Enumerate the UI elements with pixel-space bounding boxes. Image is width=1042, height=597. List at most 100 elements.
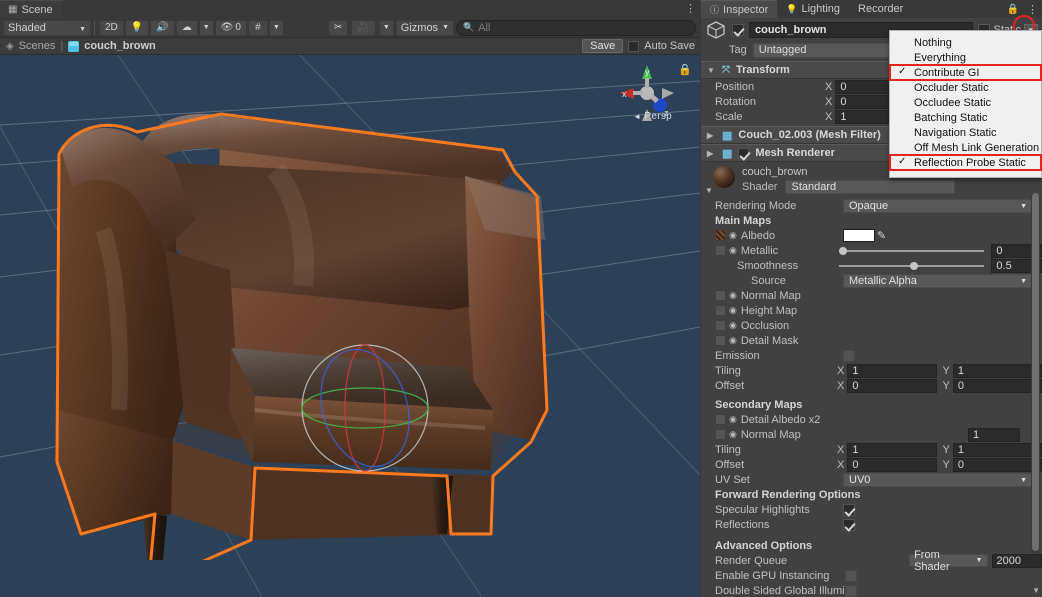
scene-fx-chevron[interactable]: ▼	[198, 19, 214, 36]
static-flags-dropdown-menu[interactable]: Nothing Everything ✓ Contribute GI Occlu…	[889, 30, 1042, 178]
gpu-instancing-checkbox[interactable]	[845, 569, 857, 582]
render-queue-value-field[interactable]: 2000	[991, 553, 1042, 568]
offset-y-field[interactable]: 0	[952, 378, 1042, 393]
material-foldout-arrow-icon[interactable]: ▼	[705, 186, 714, 195]
kebab-menu-icon[interactable]: ⋮	[685, 2, 696, 15]
menu-item-occludee-static[interactable]: Occludee Static	[890, 95, 1041, 110]
tag-dropdown[interactable]: Untagged ▼	[752, 42, 905, 58]
shader-dropdown[interactable]: Standard	[785, 180, 956, 194]
rendering-mode-dropdown[interactable]: Opaque ▼	[843, 198, 1033, 213]
detail-albedo-toggle-icon[interactable]: ◉	[729, 414, 737, 425]
auto-save-checkbox[interactable]	[628, 40, 640, 52]
metallic-slider[interactable]	[839, 246, 985, 255]
couch-model[interactable]	[45, 110, 605, 560]
height-map-texture-slot[interactable]	[715, 305, 726, 316]
specular-highlights-checkbox[interactable]	[843, 503, 855, 516]
albedo-texture-slot[interactable]	[715, 230, 726, 241]
secondary-tiling-y-field[interactable]: 1	[952, 442, 1042, 457]
secondary-offset-y-field[interactable]: 0	[952, 457, 1042, 472]
menu-item-reflection-probe-static[interactable]: ✓ Reflection Probe Static	[889, 154, 1042, 171]
detail-mask-texture-slot[interactable]	[715, 335, 726, 346]
foldout-arrow-icon[interactable]: ▶	[707, 149, 716, 158]
menu-item-navigation-static[interactable]: Navigation Static	[890, 125, 1041, 140]
scene-viewport[interactable]: y x z 🔒 ◄ Persp	[0, 55, 700, 597]
reflections-checkbox[interactable]	[843, 518, 855, 531]
albedo-toggle-icon[interactable]: ◉	[729, 230, 737, 241]
offset-x-value: 0	[852, 379, 859, 392]
scene-camera-chevron[interactable]: ▼	[378, 19, 394, 36]
offset-x-field[interactable]: 0	[847, 378, 937, 393]
chevron-down-icon: ▼	[1020, 277, 1027, 285]
grid-visibility-chevron[interactable]: ▼	[268, 19, 284, 36]
menu-item-everything[interactable]: Everything	[890, 50, 1041, 65]
foldout-arrow-icon[interactable]: ▶	[707, 131, 716, 140]
tiling-x-field[interactable]: 1	[847, 363, 937, 378]
height-map-label-group: ◉ Height Map	[715, 305, 843, 317]
secondary-tiling-x-field[interactable]: 1	[847, 442, 937, 457]
lock-icon[interactable]: 🔒	[1007, 4, 1019, 15]
smoothness-slider[interactable]	[839, 261, 985, 270]
tab-lighting[interactable]: 💡 Lighting	[777, 0, 849, 18]
tab-recorder-label: Recorder	[858, 3, 904, 15]
grid-visibility-icon: #	[255, 22, 261, 33]
menu-item-occludee-static-label: Occludee Static	[914, 96, 992, 109]
mesh-renderer-enabled-checkbox[interactable]	[738, 147, 750, 159]
menu-item-off-mesh-link-generation[interactable]: Off Mesh Link Generation	[890, 140, 1041, 155]
menu-item-contribute-gi[interactable]: ✓ Contribute GI	[889, 64, 1042, 81]
transform-gizmo[interactable]	[300, 340, 430, 475]
scene-audio-toggle[interactable]: 🔊	[150, 19, 175, 36]
albedo-color-swatch[interactable]	[843, 229, 875, 242]
tiling-y-field[interactable]: 1	[952, 363, 1042, 378]
scene-fx-dropdown[interactable]: ☁	[175, 19, 198, 36]
eyedropper-icon[interactable]: ✎	[875, 229, 888, 242]
scene-camera-button[interactable]: 🎥	[351, 19, 376, 36]
height-map-toggle-icon[interactable]: ◉	[729, 305, 737, 316]
menu-item-batching-static[interactable]: Batching Static	[890, 110, 1041, 125]
scene-lighting-toggle[interactable]: 💡	[124, 19, 150, 36]
gameobject-enabled-checkbox[interactable]	[732, 24, 744, 36]
save-button[interactable]: Save	[582, 39, 624, 53]
normal-map-toggle-icon[interactable]: ◉	[729, 290, 737, 301]
metallic-toggle-icon[interactable]: ◉	[729, 245, 737, 256]
draw-mode-dropdown[interactable]: Shaded ▼	[3, 19, 91, 36]
kebab-menu-icon[interactable]: ⋮	[1027, 3, 1038, 16]
grid-visibility-button[interactable]: #	[247, 19, 268, 36]
scene-tools-button[interactable]: ✂	[328, 19, 349, 36]
double-sided-gi-checkbox[interactable]	[845, 584, 857, 597]
secondary-normal-toggle-icon[interactable]: ◉	[729, 429, 737, 440]
tab-recorder[interactable]: Recorder	[849, 0, 912, 18]
metallic-texture-slot[interactable]	[715, 245, 726, 256]
gizmos-dropdown[interactable]: Gizmos ▼	[395, 19, 454, 36]
occlusion-texture-slot[interactable]	[715, 320, 726, 331]
foldout-arrow-icon[interactable]: ▼	[707, 66, 716, 75]
breadcrumb-root[interactable]: Scenes	[19, 40, 56, 52]
inspector-scrollbar-thumb[interactable]	[1032, 193, 1039, 551]
detail-albedo-texture-slot[interactable]	[715, 414, 726, 425]
secondary-offset-x-field[interactable]: 0	[847, 457, 937, 472]
secondary-normal-texture-slot[interactable]	[715, 429, 726, 440]
viewport-lock-icon[interactable]: 🔒	[678, 63, 692, 76]
tab-scene[interactable]: ▦ Scene	[0, 0, 63, 18]
secondary-offset-label: Offset	[715, 458, 745, 471]
scene-toolbar-right: ✂ 🎥 ▼ Gizmos ▼ 🔍 All	[327, 19, 700, 36]
toggle-2d-button[interactable]: 2D	[99, 19, 124, 36]
scene-tabbar-actions: ⋮	[685, 2, 696, 15]
menu-item-occluder-static[interactable]: Occluder Static	[890, 80, 1041, 95]
source-dropdown[interactable]: Metallic Alpha ▼	[843, 273, 1033, 288]
emission-checkbox[interactable]	[843, 349, 855, 362]
occlusion-toggle-icon[interactable]: ◉	[729, 320, 737, 331]
detail-mask-toggle-icon[interactable]: ◉	[729, 335, 737, 346]
secondary-normal-scale-field[interactable]: 1	[968, 427, 1020, 442]
scroll-down-arrow-icon[interactable]: ▼	[1032, 586, 1040, 595]
uv-set-label: UV Set	[715, 473, 750, 486]
normal-map-texture-slot[interactable]	[715, 290, 726, 301]
scene-search-box[interactable]: 🔍 All	[456, 19, 696, 36]
inspector-scrollbar[interactable]	[1031, 193, 1040, 553]
hidden-objects-button[interactable]: 👁 0	[214, 19, 247, 36]
perspective-label[interactable]: ◄ Persp	[633, 111, 672, 122]
menu-item-nothing[interactable]: Nothing	[890, 35, 1041, 50]
breadcrumb-object[interactable]: couch_brown	[84, 40, 156, 52]
uv-set-dropdown[interactable]: UV0 ▼	[843, 472, 1033, 487]
tab-inspector[interactable]: ⓘ Inspector	[701, 0, 778, 18]
render-queue-mode-dropdown[interactable]: From Shader ▼	[909, 549, 988, 573]
